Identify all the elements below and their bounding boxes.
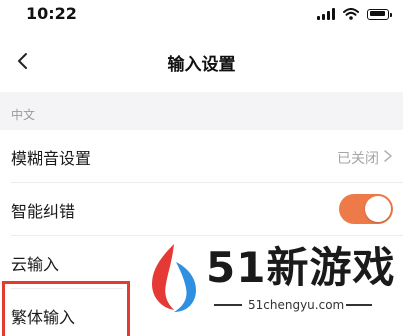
toggle-knob (365, 196, 391, 222)
status-icons (317, 7, 392, 21)
battery-icon (367, 8, 392, 20)
chevron-right-icon (384, 150, 392, 162)
page-title: 输入设置 (167, 55, 236, 75)
divider (346, 304, 372, 306)
wifi-icon (343, 8, 359, 20)
row-label: 模糊音设置 (11, 149, 92, 168)
status-time: 10:22 (26, 4, 77, 23)
watermark-brand: 51新游戏 (206, 243, 396, 292)
smart-correction-toggle[interactable] (339, 194, 393, 224)
smart-correction-row: 智能纠错 (0, 183, 403, 236)
row-label: 智能纠错 (11, 202, 76, 221)
row-value: 已关闭 (337, 151, 379, 167)
brand-logo-icon (152, 244, 196, 312)
nav-bar: 输入设置 (0, 30, 403, 92)
status-bar: 10:22 (0, 0, 403, 30)
section-label: 中文 (11, 108, 36, 122)
row-label: 云输入 (11, 255, 60, 274)
cellular-signal-icon (317, 8, 335, 20)
divider (214, 304, 242, 306)
section-header: 中文 (0, 92, 403, 130)
highlight-box (2, 281, 130, 336)
fuzzy-pinyin-row[interactable]: 模糊音设置 已关闭 (0, 130, 403, 183)
watermark-url: 51chengyu.com (248, 298, 345, 312)
